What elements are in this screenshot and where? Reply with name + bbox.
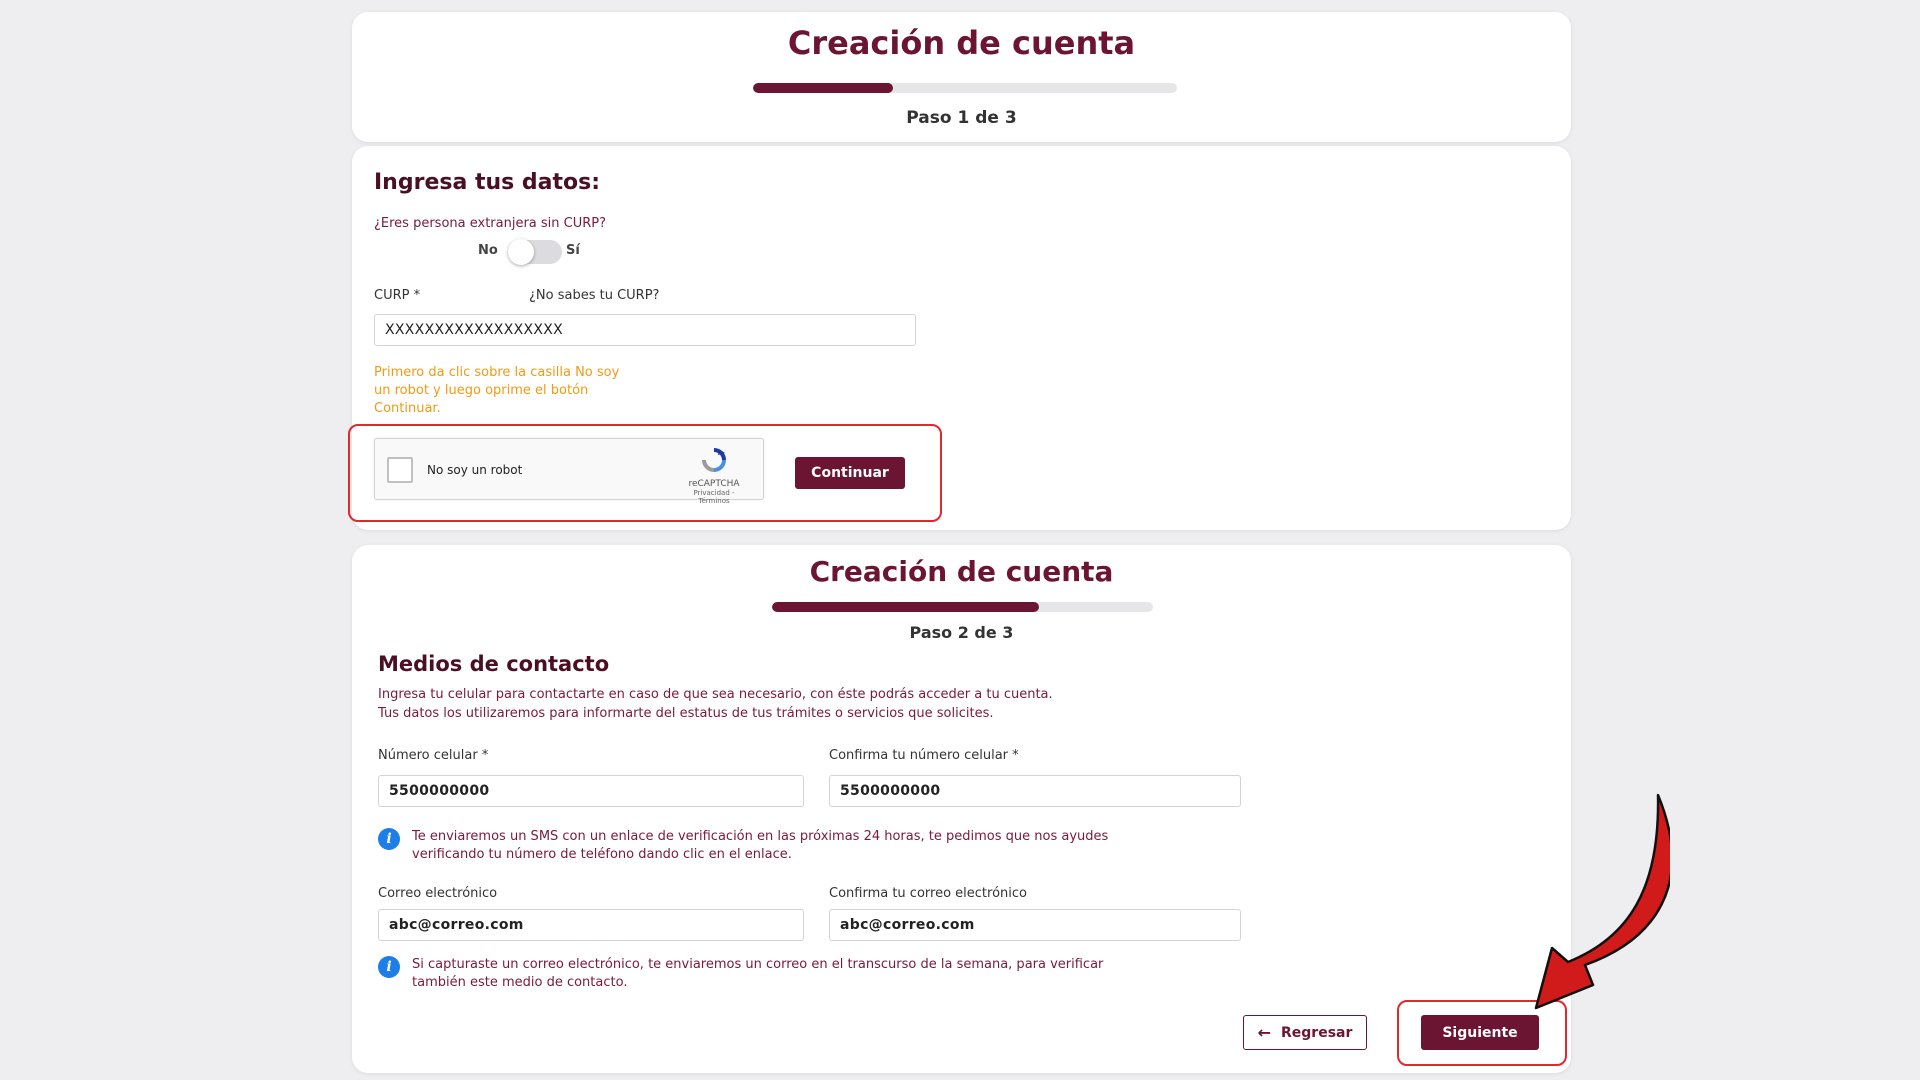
- email-input[interactable]: abc@correo.com: [378, 909, 804, 941]
- sms-info-line-2: verificando tu número de teléfono dando …: [412, 847, 792, 862]
- toggle-yes-label: Sí: [566, 243, 580, 258]
- progress-fill: [753, 83, 893, 93]
- curp-input[interactable]: XXXXXXXXXXXXXXXXXX: [374, 314, 916, 346]
- contact-description: Ingresa tu celular para contactarte en c…: [378, 685, 1278, 723]
- step1-header-card: Creación de cuenta Paso 1 de 3: [352, 12, 1571, 142]
- curp-label: CURP *: [374, 288, 421, 303]
- instruction-line-1: Primero da clic sobre la casilla No soy: [374, 365, 620, 380]
- email-info-line-2: también este medio de contacto.: [412, 975, 628, 990]
- foreign-question: ¿Eres persona extranjera sin CURP?: [374, 216, 607, 231]
- recaptcha-links[interactable]: Privacidad - Términos: [679, 489, 749, 505]
- email-confirm-label: Confirma tu correo electrónico: [829, 886, 1027, 901]
- phone-label: Número celular *: [378, 748, 489, 763]
- back-button-label: Regresar: [1281, 1024, 1353, 1041]
- info-icon: i: [378, 828, 400, 850]
- instruction-line-3: Continuar.: [374, 401, 441, 416]
- contact-section-title: Medios de contacto: [378, 652, 610, 676]
- toggle-knob: [508, 239, 534, 265]
- info-icon: i: [378, 956, 400, 978]
- description-line-2: Tus datos los utilizaremos para informar…: [378, 706, 994, 721]
- curp-help-link[interactable]: ¿No sabes tu CURP?: [529, 288, 659, 303]
- recaptcha-label: No soy un robot: [427, 463, 523, 477]
- sms-info-text: Te enviaremos un SMS con un enlace de ve…: [412, 828, 1212, 864]
- sms-info-line-1: Te enviaremos un SMS con un enlace de ve…: [412, 829, 1109, 844]
- recaptcha-logo: reCAPTCHA Privacidad - Términos: [679, 447, 749, 505]
- recaptcha-checkbox[interactable]: [387, 457, 413, 483]
- step2-card: Creación de cuenta Paso 2 de 3 Medios de…: [352, 545, 1571, 1073]
- description-line-1: Ingresa tu celular para contactarte en c…: [378, 687, 1053, 702]
- email-info: i Si capturaste un correo electrónico, t…: [378, 956, 1212, 992]
- instruction-line-2: un robot y luego oprime el botón: [374, 383, 589, 398]
- email-confirm-input[interactable]: abc@correo.com: [829, 909, 1241, 941]
- email-info-text: Si capturaste un correo electrónico, te …: [412, 956, 1212, 992]
- back-arrow-icon: ←: [1257, 1023, 1271, 1042]
- step1-form-card: Ingresa tus datos: ¿Eres persona extranj…: [348, 146, 1571, 530]
- red-arrow-icon: [1534, 793, 1670, 1010]
- phone-confirm-input[interactable]: 5500000000: [829, 775, 1241, 807]
- step2-title: Creación de cuenta: [809, 555, 1114, 588]
- recaptcha-icon: [702, 448, 726, 472]
- progress-bar: [753, 83, 1177, 93]
- recaptcha-brand: reCAPTCHA: [688, 479, 740, 489]
- recaptcha-widget: No soy un robot reCAPTCHA Privacidad - T…: [374, 438, 764, 505]
- phone-input[interactable]: 5500000000: [378, 775, 804, 807]
- captcha-instruction: Primero da clic sobre la casilla No soy …: [374, 364, 674, 418]
- next-button[interactable]: Siguiente: [1421, 1015, 1539, 1050]
- sms-info: i Te enviaremos un SMS con un enlace de …: [378, 828, 1212, 864]
- email-label: Correo electrónico: [378, 886, 498, 901]
- back-button[interactable]: ← Regresar: [1243, 1015, 1367, 1050]
- foreign-toggle[interactable]: [508, 239, 562, 265]
- continue-button[interactable]: Continuar: [795, 457, 905, 489]
- email-info-line-1: Si capturaste un correo electrónico, te …: [412, 957, 1104, 972]
- step-indicator: Paso 1 de 3: [906, 108, 1017, 128]
- toggle-no-label: No: [478, 243, 498, 258]
- page-title: Creación de cuenta: [787, 24, 1136, 62]
- section-title: Ingresa tus datos:: [374, 170, 601, 195]
- phone-confirm-label: Confirma tu número celular *: [829, 748, 1019, 763]
- step2-indicator: Paso 2 de 3: [909, 623, 1014, 642]
- step2-progress-bar: [772, 602, 1153, 612]
- step2-progress-fill: [772, 602, 1039, 612]
